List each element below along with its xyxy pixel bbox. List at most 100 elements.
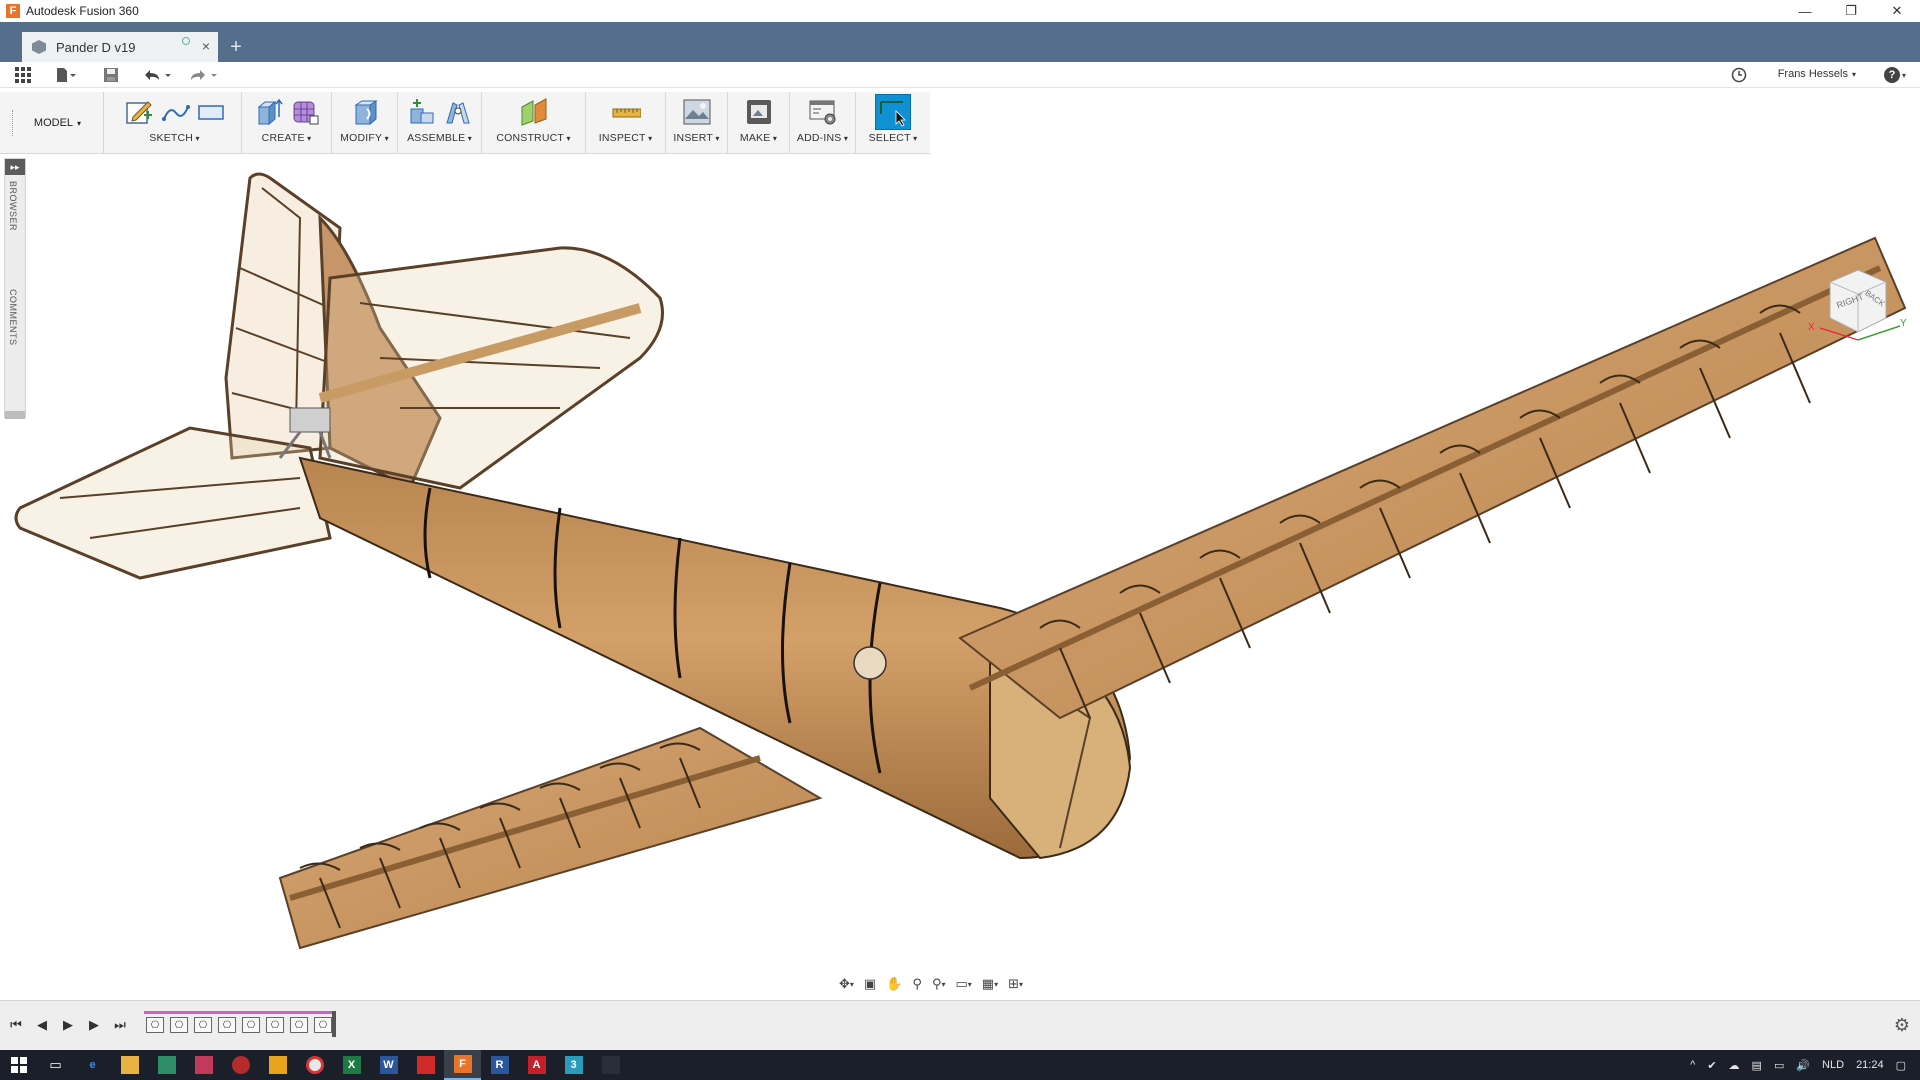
canvas-image-icon[interactable] (682, 97, 712, 127)
tab-pander-d[interactable]: Pander D v19 × (22, 32, 218, 62)
taskbar-app-6[interactable]: R (481, 1050, 518, 1080)
create-sketch-icon[interactable] (124, 97, 154, 127)
form-icon[interactable] (290, 97, 320, 127)
timeline-track[interactable]: ⎔ ⎔ ⎔ ⎔ ⎔ ⎔ ⎔ ⎔ (144, 1011, 336, 1037)
offset-plane-icon[interactable] (519, 97, 549, 127)
sketch-group[interactable]: SKETCH (108, 92, 242, 154)
display-settings-icon[interactable]: ▭ ▾ (952, 973, 974, 995)
viewports-icon[interactable]: ⊞ ▾ (1005, 973, 1026, 995)
3d-viewport[interactable]: RIGHT BACK X Y (0, 158, 1920, 998)
orbit-icon[interactable]: ✥ ▾ (836, 973, 857, 995)
create-group[interactable]: CREATE (242, 92, 332, 154)
taskbar-chrome[interactable] (296, 1050, 333, 1080)
workspace-switcher[interactable]: MODEL ▾ (12, 92, 104, 154)
tray-icon[interactable]: ☁ (1729, 1059, 1740, 1072)
timeline-feature-icon[interactable]: ⎔ (266, 1017, 284, 1033)
taskbar-app-3[interactable] (222, 1050, 259, 1080)
go-to-start-icon[interactable]: ⏮ (8, 1017, 24, 1033)
taskbar-app-5[interactable] (407, 1050, 444, 1080)
construct-group-label[interactable]: CONSTRUCT (496, 132, 570, 144)
joint-icon[interactable] (443, 97, 473, 127)
taskbar-app-2[interactable] (185, 1050, 222, 1080)
aircraft-model[interactable] (0, 158, 1920, 998)
construct-group[interactable]: CONSTRUCT (482, 92, 586, 154)
zoom-window-icon[interactable]: ⚲ ▾ (929, 973, 949, 995)
select-group-label[interactable]: SELECT (869, 132, 918, 144)
tray-icon[interactable]: ▤ (1752, 1059, 1762, 1072)
restore-button[interactable]: ❐ (1828, 0, 1874, 22)
measure-icon[interactable] (611, 97, 641, 127)
press-pull-icon[interactable] (350, 97, 380, 127)
taskbar-acrobat[interactable]: A (518, 1050, 555, 1080)
look-at-icon[interactable]: ▣ (861, 973, 879, 995)
3d-print-icon[interactable] (744, 97, 774, 127)
timeline-feature-icon[interactable]: ⎔ (170, 1017, 188, 1033)
save-button[interactable] (100, 65, 122, 85)
redo-button[interactable] (186, 65, 222, 85)
viewcube-icon[interactable] (1800, 266, 1910, 350)
rectangle-icon[interactable] (196, 97, 226, 127)
modify-group-label[interactable]: MODIFY (340, 132, 389, 144)
close-window-button[interactable]: ✕ (1874, 0, 1920, 22)
scripts-icon[interactable] (808, 97, 838, 127)
timeline-feature-icon[interactable]: ⎔ (314, 1017, 332, 1033)
timeline-feature-icon[interactable]: ⎔ (218, 1017, 236, 1033)
timeline-feature-icon[interactable]: ⎔ (290, 1017, 308, 1033)
make-group[interactable]: MAKE (728, 92, 790, 154)
tray-icon[interactable]: ✔ (1707, 1059, 1716, 1072)
sketch-group-label[interactable]: SKETCH (149, 132, 199, 144)
modify-group[interactable]: MODIFY (332, 92, 398, 154)
add-ins-group[interactable]: ADD-INS (790, 92, 856, 154)
taskbar-explorer[interactable] (111, 1050, 148, 1080)
file-menu-button[interactable] (50, 65, 80, 85)
taskbar-app-7[interactable]: 3 (555, 1050, 592, 1080)
undo-button[interactable] (140, 65, 176, 85)
zoom-icon[interactable]: ⚲ (909, 973, 925, 995)
start-button[interactable] (0, 1050, 37, 1080)
volume-icon[interactable]: 🔊 (1796, 1059, 1810, 1072)
taskbar-word[interactable]: W (370, 1050, 407, 1080)
create-group-label[interactable]: CREATE (262, 132, 312, 144)
job-status-button[interactable] (1728, 65, 1750, 85)
data-panel-button[interactable] (12, 65, 34, 85)
go-to-end-icon[interactable]: ⏭ (112, 1017, 128, 1033)
select-group[interactable]: SELECT (856, 92, 930, 154)
close-tab-button[interactable]: × (202, 38, 210, 54)
make-group-label[interactable]: MAKE (740, 132, 777, 144)
spline-icon[interactable] (160, 97, 190, 127)
timeline-marker[interactable] (332, 1011, 336, 1037)
step-back-icon[interactable]: ◀ (34, 1017, 50, 1033)
timeline-settings-icon[interactable]: ⚙ (1894, 1015, 1910, 1036)
select-tool-icon[interactable] (875, 94, 911, 130)
taskbar-edge[interactable]: e (74, 1050, 111, 1080)
add-ins-group-label[interactable]: ADD-INS (797, 132, 848, 144)
chevron-up-icon[interactable]: ^ (1690, 1059, 1695, 1071)
notifications-icon[interactable]: ▢ (1896, 1059, 1906, 1072)
timeline-feature-icon[interactable]: ⎔ (194, 1017, 212, 1033)
help-button[interactable]: ? ▾ (1880, 65, 1910, 85)
taskbar-app-4[interactable] (259, 1050, 296, 1080)
taskbar-fusion[interactable]: F (444, 1050, 481, 1080)
insert-group-label[interactable]: INSERT (673, 132, 719, 144)
new-component-icon[interactable] (407, 97, 437, 127)
viewcube[interactable]: RIGHT BACK X Y (1800, 266, 1910, 350)
user-account-menu[interactable]: Frans Hessels ▾ (1778, 68, 1856, 80)
taskbar-app-8[interactable] (592, 1050, 629, 1080)
inspect-group[interactable]: INSPECT (586, 92, 666, 154)
extrude-icon[interactable] (254, 97, 284, 127)
taskbar-excel[interactable]: X (333, 1050, 370, 1080)
assemble-group[interactable]: ASSEMBLE (398, 92, 482, 154)
task-view-button[interactable]: ▭ (37, 1050, 74, 1080)
timeline-feature-icon[interactable]: ⎔ (146, 1017, 164, 1033)
grid-settings-icon[interactable]: ▦ ▾ (979, 973, 1001, 995)
play-icon[interactable]: ▶ (60, 1017, 76, 1033)
inspect-group-label[interactable]: INSPECT (599, 132, 653, 144)
clock[interactable]: 21:24 (1856, 1059, 1884, 1071)
new-tab-button[interactable]: + (222, 34, 250, 60)
minimize-button[interactable]: — (1782, 0, 1828, 22)
taskbar-app-1[interactable] (148, 1050, 185, 1080)
network-icon[interactable]: ▭ (1774, 1059, 1784, 1072)
step-forward-icon[interactable]: ▶ (86, 1017, 102, 1033)
assemble-group-label[interactable]: ASSEMBLE (407, 132, 472, 144)
timeline-feature-icon[interactable]: ⎔ (242, 1017, 260, 1033)
